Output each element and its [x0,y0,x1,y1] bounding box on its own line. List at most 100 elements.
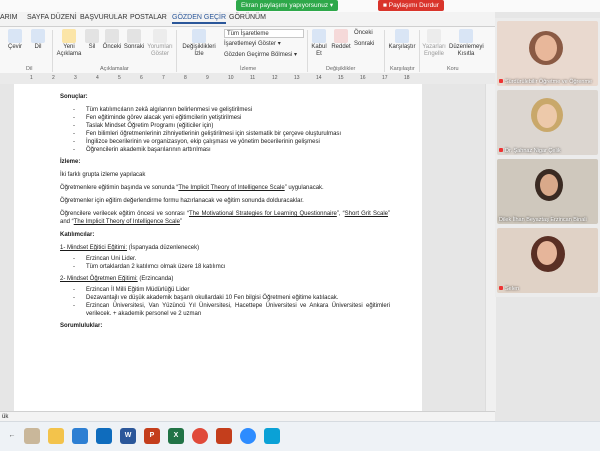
divider [384,30,385,72]
ruler-tick: 17 [382,75,388,81]
ruler-tick: 2 [52,75,55,81]
delete-icon [85,29,99,43]
reviewing-pane-label: Gözden Geçirme Bölmesi [224,52,293,58]
scale-title: Short Grit Scale [344,211,388,217]
next-change-label: Sonraki [354,41,375,47]
edge-icon[interactable] [72,428,88,444]
delete-comment-button[interactable]: Sil [85,29,99,51]
ruler-tick: 4 [96,75,99,81]
participant-tile[interactable]: Dilek İlhan Beyaztaş Erzincan Binali [497,159,598,224]
show-markup-button[interactable]: İşaretlemeyi Göster ▾ [224,40,281,47]
paragraph: Öğretmenler için eğitim değerlendirme fo… [60,198,304,204]
next-change-button[interactable]: Sonraki [354,41,374,47]
next-icon [127,29,141,43]
language-button[interactable]: Dil [30,29,46,51]
document-body[interactable]: Sonuçlar: Tüm katılımcıların zekâ algıla… [60,93,390,335]
text-run: ”, “ [336,211,345,217]
participant-name: Dr. Şahnaz Nigar Çelik [499,148,561,154]
paragraph: Öğrencilere verilecek eğitim öncesi ve s… [60,210,390,226]
excel-icon[interactable]: X [168,428,184,444]
ruler-tick: 10 [228,75,234,81]
block-authors-button[interactable]: Yazarları Engelle [421,29,447,58]
participant-tile[interactable]: Selen [497,228,598,293]
ruler-tick: 8 [184,75,187,81]
reject-button[interactable]: Reddet [330,29,352,51]
participant-tile[interactable]: Sürdürülebilir Öğretme ve Öğrenme [497,21,598,86]
text-run: Öğrencilere verilecek eğitim öncesi ve s… [60,211,189,217]
acrobat-icon[interactable] [216,428,232,444]
block-authors-icon [427,29,441,43]
text-run: Öğretmenlere eğitimin başında ve sonunda… [60,185,179,191]
back-icon[interactable]: ← [4,428,20,444]
document-area: Sonuçlar: Tüm katılımcıların zekâ algıla… [0,84,495,411]
mic-muted-icon [499,148,503,152]
tab-view[interactable]: GÖRÜNÜM [229,14,266,21]
chrome-icon[interactable] [192,428,208,444]
group-changes: Değişiklikler [326,66,356,72]
translate-label: Çevir [7,44,22,50]
word-icon[interactable]: W [120,428,136,444]
training-title: 1- Mindset Eğitici Eğitimi: [60,245,128,251]
app-icon[interactable] [24,428,40,444]
tab-references[interactable]: BAŞVURULAR [80,14,127,21]
tab-review[interactable]: GÖZDEN GEÇİR [172,14,227,24]
reviewing-pane-button[interactable]: Gözden Geçirme Bölmesi ▾ [224,51,297,58]
markup-select[interactable]: Tüm İşaretleme [224,29,304,38]
zoom-icon[interactable] [240,428,256,444]
accept-icon [312,29,326,43]
accept-button[interactable]: Kabul Et [310,29,328,58]
show-comments-icon [153,29,167,43]
previous-comment-button[interactable]: Önceki [102,29,122,51]
list-item: Erzincan Üniversitesi, Van Yüzüncü Yıl Ü… [60,302,390,318]
document-page[interactable]: Sonuçlar: Tüm katılımcıların zekâ algıla… [14,84,422,411]
language-icon [31,29,45,43]
participant-name-text: Dr. Şahnaz Nigar Çelik [505,148,561,154]
group-protect: Koru [447,66,459,72]
stop-sharing-button[interactable]: ■ Paylaşımı Durdur [378,0,444,11]
text-run: (Erzincanda) [137,276,174,282]
compare-button[interactable]: Karşılaştır [387,29,417,51]
restrict-editing-button[interactable]: Düzenlemeyi Kısıtla [449,29,484,58]
ruler-tick: 1 [30,75,33,81]
divider [52,30,53,72]
participant-name-text: Selen [505,286,520,292]
list-item: Fen eğitiminde görev alacak yeni eğitimc… [60,114,390,122]
compare-icon [395,29,409,43]
tab-mailings[interactable]: POSTALAR [130,14,167,21]
file-explorer-icon[interactable] [48,428,64,444]
translate-button[interactable]: Çevir [6,29,24,51]
tab-home[interactable]: ARIM [0,14,18,21]
participant-face [540,174,558,196]
show-comments-button[interactable]: Yorumları Göster [146,29,174,58]
divider [419,30,420,72]
tab-layout[interactable]: SAYFA DÜZENİ [27,14,77,21]
reject-label: Reddet [331,44,351,50]
powerpoint-icon[interactable]: P [144,428,160,444]
ruler-tick: 11 [250,75,256,81]
participant-tile[interactable]: Dr. Şahnaz Nigar Çelik [497,90,598,155]
ruler-tick: 16 [360,75,366,81]
track-changes-button[interactable]: Değişiklikleri İzle [178,29,220,58]
ruler-tick: 5 [118,75,121,81]
participant-face [535,35,557,61]
group-tracking: İzleme [240,66,257,72]
participants-list-2: Erzincan İl Milli Eğitim Müdürlüğü Lider… [60,286,390,318]
ruler-tick: 14 [316,75,322,81]
track-changes-icon [192,29,206,43]
previous-label: Önceki [102,44,122,50]
compare-label: Karşılaştır [388,44,416,50]
teamviewer-icon[interactable] [264,428,280,444]
ruler-tick: 18 [404,75,410,81]
new-comment-button[interactable]: Yeni Açıklama [56,29,82,58]
mail-icon[interactable] [96,428,112,444]
block-authors-label: Yazarları Engelle [422,44,446,57]
sharing-text: Ekran paylaşımı yapıyorsunuz [241,2,329,9]
text-run: (İspanyada düzenlenecek) [127,245,200,251]
stop-icon: ■ [383,2,387,9]
show-markup-label: İşaretlemeyi Göster [224,41,277,47]
participant-name: Selen [499,286,519,292]
ribbon-tabs: ARIM SAYFA DÜZENİ BAŞVURULAR POSTALAR GÖ… [0,12,495,27]
previous-change-button[interactable]: Önceki [354,30,373,36]
next-comment-button[interactable]: Sonraki [123,29,145,51]
text-run: ” [179,219,182,225]
